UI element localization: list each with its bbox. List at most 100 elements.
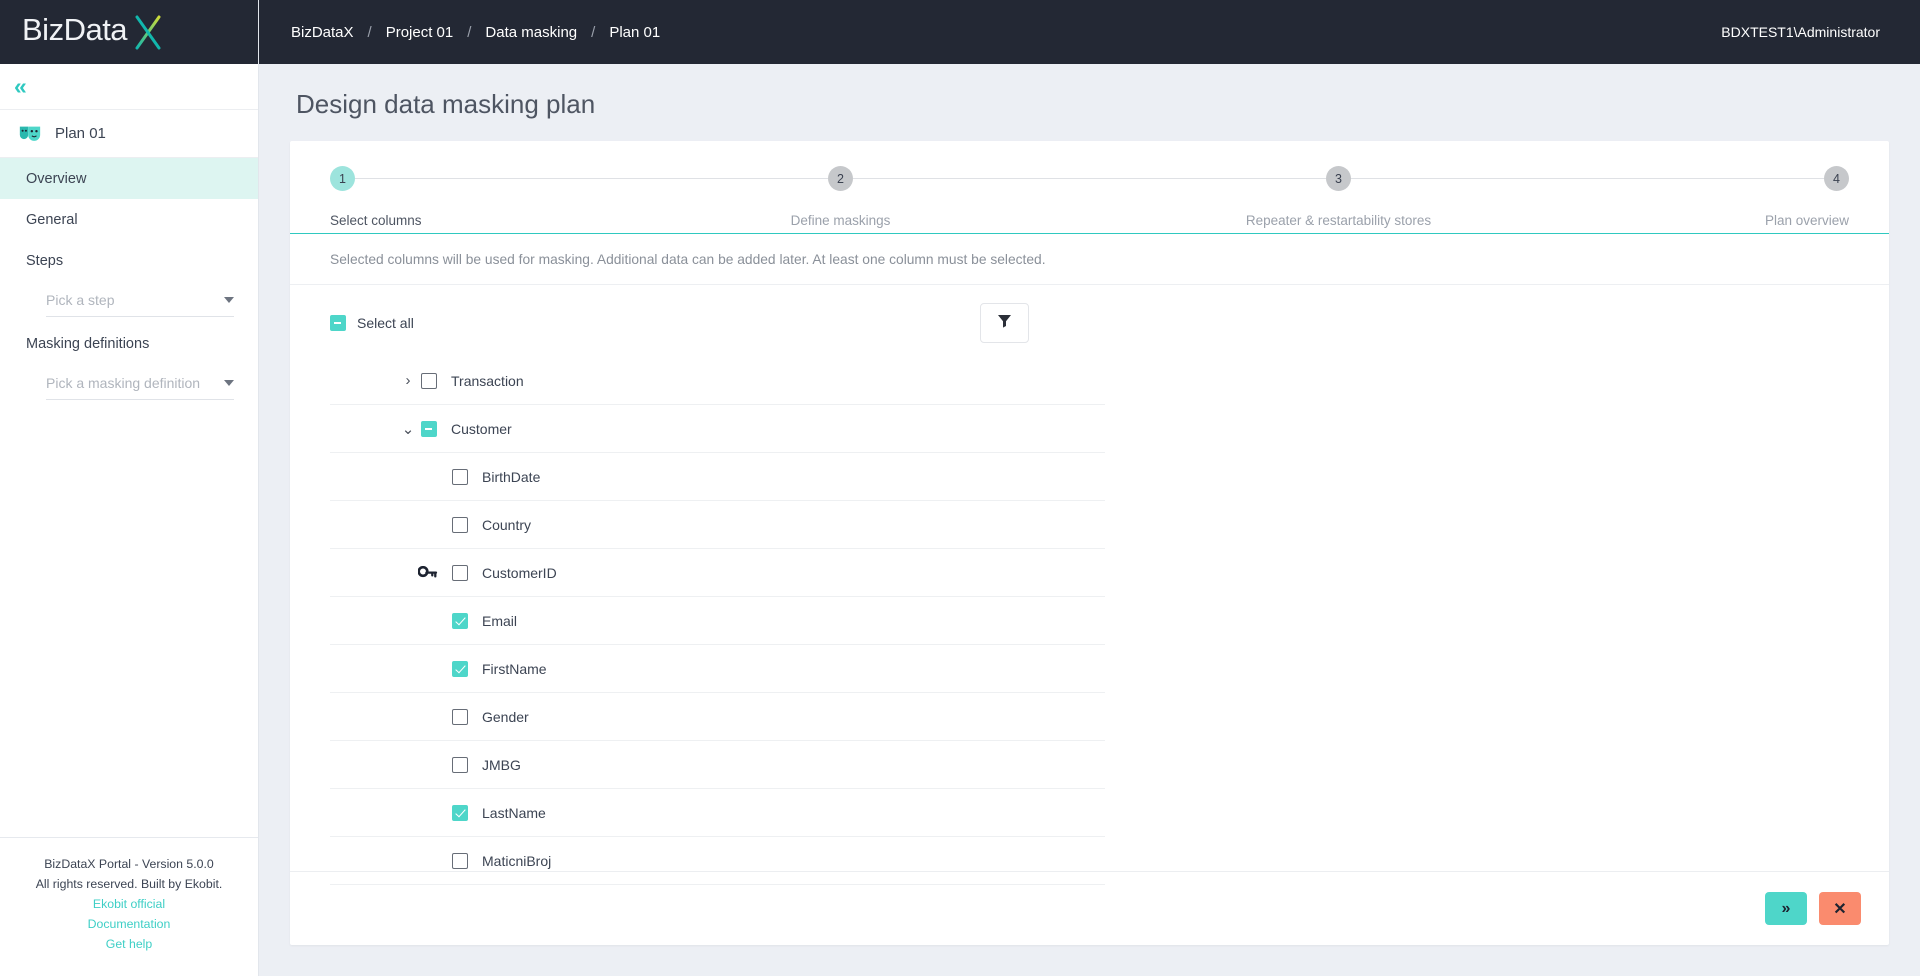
current-user-label[interactable]: BDXTEST1\Administrator bbox=[1721, 24, 1880, 40]
step-1-select-columns[interactable]: 1 Select columns bbox=[330, 166, 422, 228]
column-checkbox[interactable] bbox=[452, 468, 468, 485]
chevron-down-icon[interactable]: ⌄ bbox=[395, 420, 421, 438]
select-all-checkbox[interactable] bbox=[330, 315, 346, 331]
next-button[interactable]: » bbox=[1765, 892, 1807, 925]
app-logo[interactable]: BizData bbox=[0, 0, 258, 64]
sidebar-item-overview[interactable]: Overview bbox=[0, 158, 258, 199]
breadcrumb-separator: / bbox=[367, 23, 372, 41]
column-checkbox[interactable] bbox=[452, 708, 468, 725]
breadcrumb-item-data-masking[interactable]: Data masking bbox=[485, 24, 577, 41]
filter-icon bbox=[997, 314, 1012, 333]
logo-x-icon bbox=[128, 12, 168, 52]
sidebar-section-label: Masking definitions bbox=[26, 335, 150, 352]
filter-button[interactable] bbox=[980, 303, 1029, 343]
step-4-plan-overview[interactable]: 4 Plan overview bbox=[1765, 166, 1849, 228]
sidebar-section-steps: Steps bbox=[0, 240, 258, 281]
step-label: Repeater & restartability stores bbox=[1245, 213, 1432, 228]
breadcrumb-item-plan-01[interactable]: Plan 01 bbox=[609, 24, 660, 41]
footer-rights: All rights reserved. Built by Ekobit. bbox=[35, 877, 223, 891]
step-label: Define maskings bbox=[790, 213, 891, 228]
tree-column-row[interactable]: BirthDate bbox=[330, 453, 1105, 501]
step-3-repeater-restartability-stores[interactable]: 3 Repeater & restartability stores bbox=[1246, 166, 1431, 228]
footer-link-documentation[interactable]: Documentation bbox=[0, 914, 258, 934]
tree-column-row[interactable]: LastName bbox=[330, 789, 1105, 837]
column-tree-section: Select all › Transaction ⌄ Customer Birt… bbox=[290, 285, 1889, 885]
column-name: JMBG bbox=[482, 756, 521, 773]
info-message: Selected columns will be used for maskin… bbox=[290, 233, 1889, 285]
table-name: Customer bbox=[451, 420, 512, 437]
tree-table-row-customer[interactable]: ⌄ Customer bbox=[330, 405, 1105, 453]
sidebar-collapse-row[interactable]: « bbox=[0, 64, 258, 110]
breadcrumb-item-project-01[interactable]: Project 01 bbox=[386, 24, 454, 41]
step-number-badge: 4 bbox=[1824, 166, 1849, 191]
select-all-label: Select all bbox=[357, 315, 414, 331]
column-checkbox[interactable] bbox=[452, 612, 468, 629]
stepper-connector bbox=[853, 178, 1326, 179]
sidebar-item-label: General bbox=[26, 211, 78, 228]
column-name: Email bbox=[482, 612, 518, 629]
table-checkbox[interactable] bbox=[421, 372, 437, 389]
breadcrumb-separator: / bbox=[467, 23, 472, 41]
stepper-connector bbox=[1351, 178, 1824, 179]
column-checkbox[interactable] bbox=[452, 660, 468, 677]
column-name: Gender bbox=[482, 708, 529, 725]
column-name: BirthDate bbox=[482, 468, 541, 485]
chevron-right-icon[interactable]: › bbox=[395, 372, 421, 389]
step-picker[interactable]: Pick a step bbox=[46, 283, 234, 317]
tree-column-row[interactable]: Country bbox=[330, 501, 1105, 549]
tree-table-row-transaction[interactable]: › Transaction bbox=[330, 357, 1105, 405]
sidebar-section-label: Steps bbox=[26, 252, 64, 269]
step-label: Plan overview bbox=[1764, 213, 1849, 228]
stepper-track: 1 Select columns 2 Define maskings 3 Rep… bbox=[330, 166, 1849, 228]
step-2-define-maskings[interactable]: 2 Define maskings bbox=[791, 166, 890, 228]
masking-definition-picker-placeholder: Pick a masking definition bbox=[46, 374, 201, 391]
wizard-card: 1 Select columns 2 Define maskings 3 Rep… bbox=[290, 141, 1889, 945]
footer-link-ekobit-official[interactable]: Ekobit official bbox=[0, 894, 258, 914]
tree-column-row[interactable]: Gender bbox=[330, 693, 1105, 741]
logo-text: BizData bbox=[22, 12, 128, 47]
breadcrumb-separator: / bbox=[591, 23, 596, 41]
step-picker-placeholder: Pick a step bbox=[46, 291, 115, 308]
column-checkbox[interactable] bbox=[452, 756, 468, 773]
sidebar-plan-label: Plan 01 bbox=[55, 125, 106, 142]
sidebar-item-label: Overview bbox=[26, 170, 87, 187]
sidebar-section-masking-definitions: Masking definitions bbox=[0, 323, 258, 364]
tree-column-row[interactable]: MaticniBroj bbox=[330, 837, 1105, 885]
column-checkbox[interactable] bbox=[452, 804, 468, 821]
footer-link-get-help[interactable]: Get help bbox=[0, 934, 258, 954]
sidebar-footer: BizDataX Portal - Version 5.0.0 All righ… bbox=[0, 837, 258, 976]
column-tree: › Transaction ⌄ Customer BirthDate Count… bbox=[330, 357, 1105, 885]
step-number-badge: 2 bbox=[828, 166, 853, 191]
primary-key-icon bbox=[417, 565, 438, 580]
select-all-row[interactable]: Select all bbox=[330, 315, 414, 331]
sidebar-plan-header[interactable]: Plan 01 bbox=[0, 110, 258, 158]
topbar: BizDataX / Project 01 / Data masking / P… bbox=[259, 0, 1920, 64]
tree-column-row[interactable]: JMBG bbox=[330, 741, 1105, 789]
column-name: LastName bbox=[482, 804, 546, 821]
column-checkbox[interactable] bbox=[452, 516, 468, 533]
column-checkbox[interactable] bbox=[452, 564, 468, 581]
sidebar-item-general[interactable]: General bbox=[0, 199, 258, 240]
chevrons-left-icon[interactable]: « bbox=[14, 75, 27, 98]
sidebar: BizData « Plan 01 Overview General Steps… bbox=[0, 0, 259, 976]
step-number-badge: 1 bbox=[330, 166, 355, 191]
masks-icon bbox=[18, 123, 42, 145]
breadcrumb: BizDataX / Project 01 / Data masking / P… bbox=[291, 24, 660, 41]
tree-toolbar: Select all bbox=[330, 303, 1849, 343]
chevron-down-icon bbox=[224, 379, 234, 386]
table-name: Transaction bbox=[451, 372, 524, 389]
tree-column-row[interactable]: FirstName bbox=[330, 645, 1105, 693]
tree-column-row[interactable]: CustomerID bbox=[330, 549, 1105, 597]
step-number-badge: 3 bbox=[1326, 166, 1351, 191]
column-name: MaticniBroj bbox=[482, 852, 552, 869]
wizard-stepper: 1 Select columns 2 Define maskings 3 Rep… bbox=[290, 141, 1889, 233]
masking-definition-picker[interactable]: Pick a masking definition bbox=[46, 366, 234, 400]
table-checkbox[interactable] bbox=[421, 420, 437, 437]
footer-version: BizDataX Portal - Version 5.0.0 bbox=[44, 857, 214, 871]
breadcrumb-item-bizdatax[interactable]: BizDataX bbox=[291, 24, 354, 41]
cancel-button[interactable]: ✕ bbox=[1819, 892, 1861, 925]
tree-column-row[interactable]: Email bbox=[330, 597, 1105, 645]
column-checkbox[interactable] bbox=[452, 852, 468, 869]
page-title: Design data masking plan bbox=[296, 89, 596, 119]
stepper-connector bbox=[355, 178, 828, 179]
